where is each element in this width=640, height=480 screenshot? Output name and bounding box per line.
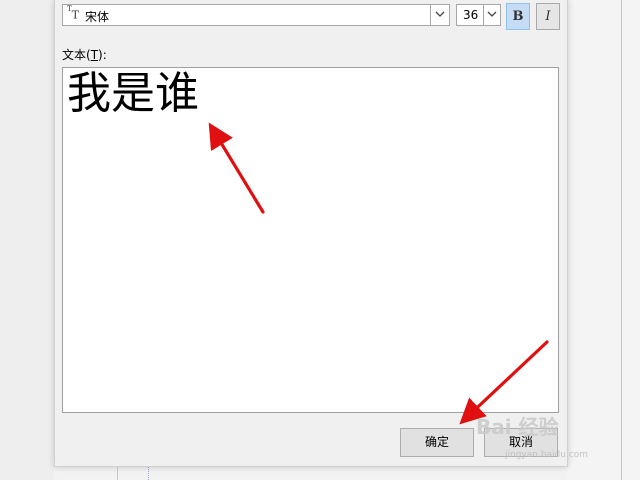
annotation-arrow-ok bbox=[459, 340, 549, 425]
annotation-arrow-text bbox=[208, 122, 265, 214]
annotation-overlay bbox=[208, 122, 549, 425]
